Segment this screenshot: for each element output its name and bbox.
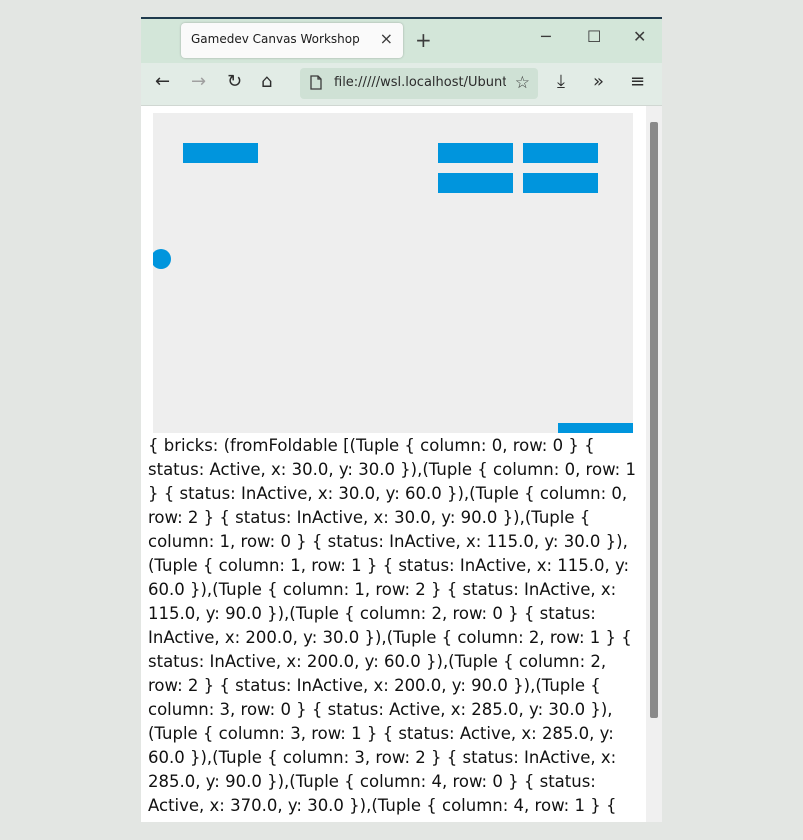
address-bar[interactable]: file://///wsl.localhost/Ubuntu/home/game… xyxy=(300,68,538,99)
browser-window: Gamedev Canvas Workshop × + ─ ☐ ✕ ← → ↻ … xyxy=(141,17,662,822)
home-icon[interactable]: ⌂ xyxy=(261,73,272,91)
menu-icon[interactable]: ≡ xyxy=(630,73,645,91)
brick-col4-row1 xyxy=(523,173,598,193)
page-content: { bricks: (fromFoldable [(Tuple { column… xyxy=(141,106,646,822)
scrollbar-thumb[interactable] xyxy=(650,122,658,718)
back-icon[interactable]: ← xyxy=(155,73,170,91)
vertical-scrollbar[interactable] xyxy=(646,106,662,822)
forward-icon[interactable]: → xyxy=(191,73,206,91)
navigation-toolbar: ← → ↻ ⌂ file://///wsl.localhost/Ubuntu/h… xyxy=(141,63,662,106)
overflow-chevron-icon[interactable]: » xyxy=(593,73,604,91)
minimize-icon[interactable]: ─ xyxy=(541,29,551,45)
maximize-icon[interactable]: ☐ xyxy=(587,29,601,45)
game-canvas[interactable] xyxy=(153,113,633,433)
paddle[interactable] xyxy=(558,423,633,433)
download-icon[interactable]: ⤓ xyxy=(557,73,565,91)
ball xyxy=(153,249,171,269)
tab-strip: Gamedev Canvas Workshop × + ─ ☐ ✕ xyxy=(141,19,662,63)
brick-col4-row0 xyxy=(523,143,598,163)
brick-col0-row0 xyxy=(183,143,258,163)
close-window-icon[interactable]: ✕ xyxy=(633,29,646,45)
tab-title: Gamedev Canvas Workshop xyxy=(191,32,360,46)
bookmark-star-icon[interactable]: ☆ xyxy=(515,73,530,93)
tab-close-icon[interactable]: × xyxy=(380,29,393,48)
page-icon xyxy=(310,75,322,94)
brick-col3-row0 xyxy=(438,143,513,163)
reload-icon[interactable]: ↻ xyxy=(227,73,242,91)
game-state-dump: { bricks: (fromFoldable [(Tuple { column… xyxy=(148,436,636,822)
tab-gamedev-canvas-workshop[interactable]: Gamedev Canvas Workshop × xyxy=(181,23,403,58)
new-tab-icon[interactable]: + xyxy=(415,28,432,52)
brick-col3-row1 xyxy=(438,173,513,193)
url-text[interactable]: file://///wsl.localhost/Ubuntu/home/game… xyxy=(334,75,506,90)
